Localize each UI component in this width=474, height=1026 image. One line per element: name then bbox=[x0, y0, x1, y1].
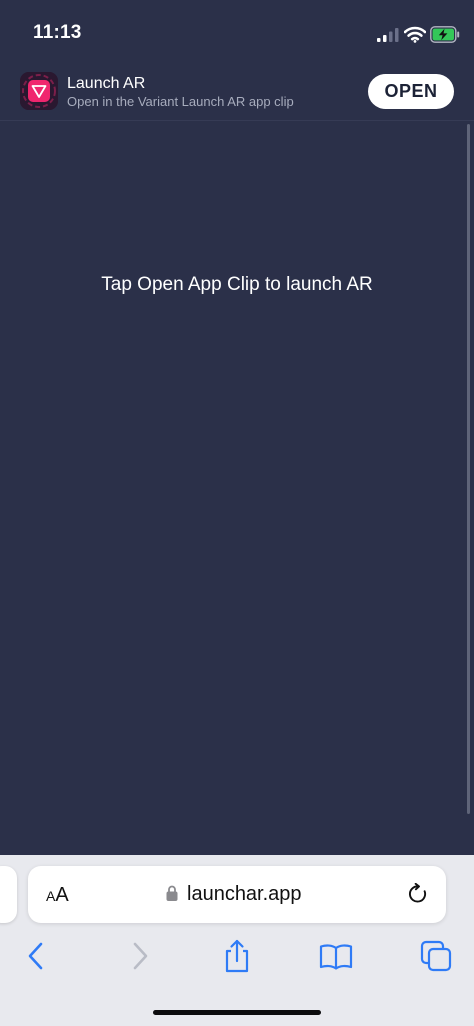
launch-ar-app-icon bbox=[20, 72, 58, 110]
lock-icon bbox=[166, 885, 178, 901]
status-bar: 11:13 bbox=[0, 0, 474, 66]
back-icon[interactable] bbox=[19, 938, 55, 974]
app-name: Launch AR bbox=[67, 75, 146, 92]
page-scrollbar[interactable] bbox=[467, 124, 470, 814]
cellular-signal-icon bbox=[377, 28, 399, 42]
bookmarks-icon[interactable] bbox=[318, 938, 354, 974]
text-size-large-glyph: A bbox=[55, 884, 69, 906]
safari-bottom-bar: AA launchar.app bbox=[0, 855, 474, 1026]
app-clip-banner: Launch AR Open in the Variant Launch AR … bbox=[0, 66, 474, 120]
text-size-button[interactable]: AA bbox=[46, 884, 69, 907]
share-icon[interactable] bbox=[219, 938, 255, 974]
battery-charging-icon bbox=[430, 26, 460, 43]
status-time: 11:13 bbox=[33, 22, 82, 43]
open-app-clip-button[interactable]: OPEN bbox=[368, 74, 454, 109]
url-text[interactable]: launchar.app bbox=[187, 883, 302, 906]
tabs-icon[interactable] bbox=[418, 938, 454, 974]
forward-icon[interactable] bbox=[121, 938, 157, 974]
reload-icon[interactable] bbox=[407, 883, 429, 905]
banner-divider bbox=[0, 120, 474, 121]
previous-tab-edge[interactable] bbox=[0, 866, 17, 923]
wifi-icon bbox=[404, 26, 426, 43]
launch-instruction-text: Tap Open App Clip to launch AR bbox=[101, 274, 373, 295]
app-clip-subtitle: Open in the Variant Launch AR app clip bbox=[67, 94, 294, 109]
text-size-small-glyph: A bbox=[46, 888, 56, 904]
address-bar[interactable]: AA launchar.app bbox=[28, 866, 446, 923]
home-indicator bbox=[153, 1010, 321, 1015]
